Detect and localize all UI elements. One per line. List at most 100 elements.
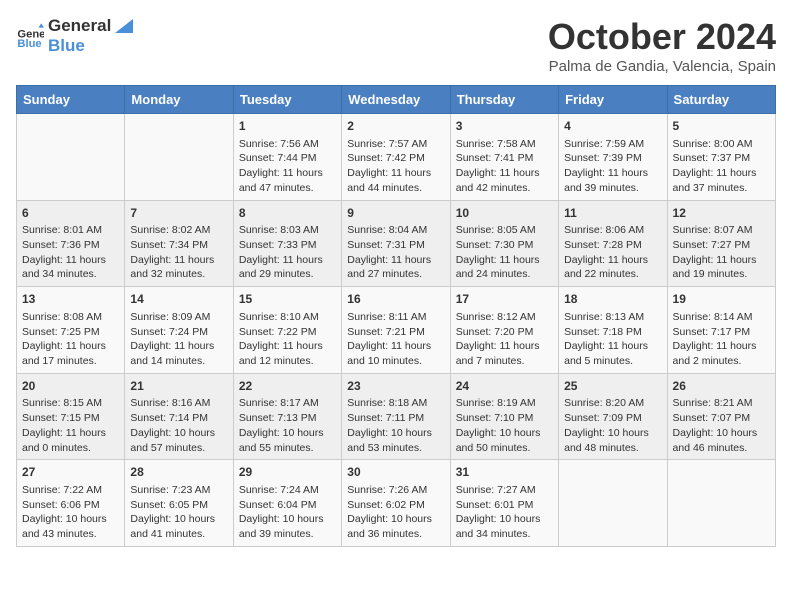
day-info: Sunrise: 8:07 AMSunset: 7:27 PMDaylight:… bbox=[673, 223, 770, 282]
day-number: 26 bbox=[673, 378, 770, 395]
day-info: Sunrise: 8:17 AMSunset: 7:13 PMDaylight:… bbox=[239, 396, 336, 455]
day-info: Sunrise: 8:18 AMSunset: 7:11 PMDaylight:… bbox=[347, 396, 444, 455]
calendar-cell: 15 Sunrise: 8:10 AMSunset: 7:22 PMDayligh… bbox=[233, 287, 341, 374]
calendar-cell bbox=[559, 460, 667, 547]
day-info: Sunrise: 7:59 AMSunset: 7:39 PMDaylight:… bbox=[564, 137, 661, 196]
month-title: October 2024 bbox=[548, 16, 776, 58]
day-number: 8 bbox=[239, 205, 336, 222]
calendar-cell: 26Sunrise: 8:21 AMSunset: 7:07 PMDayligh… bbox=[667, 373, 775, 460]
day-info: Sunrise: 8:03 AMSunset: 7:33 PMDaylight:… bbox=[239, 223, 336, 282]
logo-triangle-icon bbox=[115, 19, 133, 33]
calendar-cell: 23Sunrise: 8:18 AMSunset: 7:11 PMDayligh… bbox=[342, 373, 450, 460]
calendar-cell: 31Sunrise: 7:27 AMSunset: 6:01 PMDayligh… bbox=[450, 460, 558, 547]
calendar-cell: 17Sunrise: 8:12 AMSunset: 7:20 PMDayligh… bbox=[450, 287, 558, 374]
weekday-header-sunday: Sunday bbox=[17, 86, 125, 114]
calendar-cell: 11Sunrise: 8:06 AMSunset: 7:28 PMDayligh… bbox=[559, 200, 667, 287]
logo-icon: General Blue bbox=[16, 22, 44, 50]
day-number: 14 bbox=[130, 291, 227, 308]
calendar-cell: 29 Sunrise: 7:24 AMSunset: 6:04 PMDayligh… bbox=[233, 460, 341, 547]
day-info: Sunrise: 7:27 AMSunset: 6:01 PMDaylight:… bbox=[456, 483, 553, 542]
weekday-header-wednesday: Wednesday bbox=[342, 86, 450, 114]
logo-text-general: General bbox=[48, 16, 111, 36]
day-number: 18 bbox=[564, 291, 661, 308]
calendar-cell: 22Sunrise: 8:17 AMSunset: 7:13 PMDayligh… bbox=[233, 373, 341, 460]
calendar-cell: 24Sunrise: 8:19 AMSunset: 7:10 PMDayligh… bbox=[450, 373, 558, 460]
calendar-cell: 27Sunrise: 7:22 AMSunset: 6:06 PMDayligh… bbox=[17, 460, 125, 547]
day-info: Sunrise: 8:13 AMSunset: 7:18 PMDaylight:… bbox=[564, 310, 661, 369]
weekday-header-row: SundayMondayTuesdayWednesdayThursdayFrid… bbox=[17, 86, 776, 114]
day-number: 30 bbox=[347, 464, 444, 481]
calendar-cell: 14 Sunrise: 8:09 AMSunset: 7:24 PMDayligh… bbox=[125, 287, 233, 374]
day-number: 4 bbox=[564, 118, 661, 135]
weekday-header-friday: Friday bbox=[559, 86, 667, 114]
calendar-cell: 25Sunrise: 8:20 AMSunset: 7:09 PMDayligh… bbox=[559, 373, 667, 460]
day-number: 5 bbox=[673, 118, 770, 135]
day-info: Sunrise: 7:58 AMSunset: 7:41 PMDaylight:… bbox=[456, 137, 553, 196]
day-info: Sunrise: 8:10 AMSunset: 7:22 PMDaylight:… bbox=[239, 310, 336, 369]
day-number: 11 bbox=[564, 205, 661, 222]
calendar-cell bbox=[667, 460, 775, 547]
svg-text:Blue: Blue bbox=[17, 38, 41, 50]
day-info: Sunrise: 8:05 AMSunset: 7:30 PMDaylight:… bbox=[456, 223, 553, 282]
page-header: General Blue General Blue October 2024 P… bbox=[16, 16, 776, 75]
calendar-cell: 20Sunrise: 8:15 AMSunset: 7:15 PMDayligh… bbox=[17, 373, 125, 460]
day-number: 7 bbox=[130, 205, 227, 222]
day-number: 19 bbox=[673, 291, 770, 308]
day-info: Sunrise: 8:15 AMSunset: 7:15 PMDaylight:… bbox=[22, 396, 119, 455]
calendar-cell: 21Sunrise: 8:16 AMSunset: 7:14 PMDayligh… bbox=[125, 373, 233, 460]
day-info: Sunrise: 8:01 AMSunset: 7:36 PMDaylight:… bbox=[22, 223, 119, 282]
day-number: 25 bbox=[564, 378, 661, 395]
week-row-1: 1Sunrise: 7:56 AMSunset: 7:44 PMDaylight… bbox=[17, 114, 776, 201]
week-row-5: 27Sunrise: 7:22 AMSunset: 6:06 PMDayligh… bbox=[17, 460, 776, 547]
day-info: Sunrise: 7:57 AMSunset: 7:42 PMDaylight:… bbox=[347, 137, 444, 196]
calendar-cell: 2 Sunrise: 7:57 AMSunset: 7:42 PMDaylight… bbox=[342, 114, 450, 201]
week-row-2: 6Sunrise: 8:01 AMSunset: 7:36 PMDaylight… bbox=[17, 200, 776, 287]
day-number: 13 bbox=[22, 291, 119, 308]
day-number: 23 bbox=[347, 378, 444, 395]
day-number: 22 bbox=[239, 378, 336, 395]
weekday-header-tuesday: Tuesday bbox=[233, 86, 341, 114]
day-info: Sunrise: 8:20 AMSunset: 7:09 PMDaylight:… bbox=[564, 396, 661, 455]
day-info: Sunrise: 8:09 AMSunset: 7:24 PMDaylight:… bbox=[130, 310, 227, 369]
day-number: 3 bbox=[456, 118, 553, 135]
day-number: 21 bbox=[130, 378, 227, 395]
calendar-cell: 18 Sunrise: 8:13 AMSunset: 7:18 PMDayligh… bbox=[559, 287, 667, 374]
location: Palma de Gandia, Valencia, Spain bbox=[548, 58, 776, 75]
day-number: 10 bbox=[456, 205, 553, 222]
calendar-cell bbox=[125, 114, 233, 201]
day-number: 17 bbox=[456, 291, 553, 308]
calendar-table: SundayMondayTuesdayWednesdayThursdayFrid… bbox=[16, 85, 776, 547]
weekday-header-thursday: Thursday bbox=[450, 86, 558, 114]
day-info: Sunrise: 8:04 AMSunset: 7:31 PMDaylight:… bbox=[347, 223, 444, 282]
calendar-cell: 5Sunrise: 8:00 AMSunset: 7:37 PMDaylight… bbox=[667, 114, 775, 201]
calendar-cell: 8Sunrise: 8:03 AMSunset: 7:33 PMDaylight… bbox=[233, 200, 341, 287]
day-number: 1 bbox=[239, 118, 336, 135]
day-info: Sunrise: 7:24 AMSunset: 6:04 PMDaylight:… bbox=[239, 483, 336, 542]
day-number: 29 bbox=[239, 464, 336, 481]
logo-text-blue: Blue bbox=[48, 36, 133, 56]
title-block: October 2024 Palma de Gandia, Valencia, … bbox=[548, 16, 776, 75]
day-info: Sunrise: 8:21 AMSunset: 7:07 PMDaylight:… bbox=[673, 396, 770, 455]
day-number: 6 bbox=[22, 205, 119, 222]
calendar-cell: 9Sunrise: 8:04 AMSunset: 7:31 PMDaylight… bbox=[342, 200, 450, 287]
day-number: 16 bbox=[347, 291, 444, 308]
day-info: Sunrise: 8:19 AMSunset: 7:10 PMDaylight:… bbox=[456, 396, 553, 455]
day-number: 9 bbox=[347, 205, 444, 222]
logo: General Blue General Blue bbox=[16, 16, 133, 56]
day-number: 24 bbox=[456, 378, 553, 395]
calendar-cell: 28Sunrise: 7:23 AMSunset: 6:05 PMDayligh… bbox=[125, 460, 233, 547]
calendar-cell bbox=[17, 114, 125, 201]
day-info: Sunrise: 8:06 AMSunset: 7:28 PMDaylight:… bbox=[564, 223, 661, 282]
day-number: 15 bbox=[239, 291, 336, 308]
day-info: Sunrise: 7:23 AMSunset: 6:05 PMDaylight:… bbox=[130, 483, 227, 542]
calendar-cell: 19Sunrise: 8:14 AMSunset: 7:17 PMDayligh… bbox=[667, 287, 775, 374]
week-row-4: 20Sunrise: 8:15 AMSunset: 7:15 PMDayligh… bbox=[17, 373, 776, 460]
day-number: 2 bbox=[347, 118, 444, 135]
calendar-cell: 10Sunrise: 8:05 AMSunset: 7:30 PMDayligh… bbox=[450, 200, 558, 287]
day-info: Sunrise: 7:22 AMSunset: 6:06 PMDaylight:… bbox=[22, 483, 119, 542]
calendar-cell: 12Sunrise: 8:07 AMSunset: 7:27 PMDayligh… bbox=[667, 200, 775, 287]
day-number: 20 bbox=[22, 378, 119, 395]
calendar-cell: 1Sunrise: 7:56 AMSunset: 7:44 PMDaylight… bbox=[233, 114, 341, 201]
day-info: Sunrise: 8:08 AMSunset: 7:25 PMDaylight:… bbox=[22, 310, 119, 369]
week-row-3: 13 Sunrise: 8:08 AMSunset: 7:25 PMDayligh… bbox=[17, 287, 776, 374]
